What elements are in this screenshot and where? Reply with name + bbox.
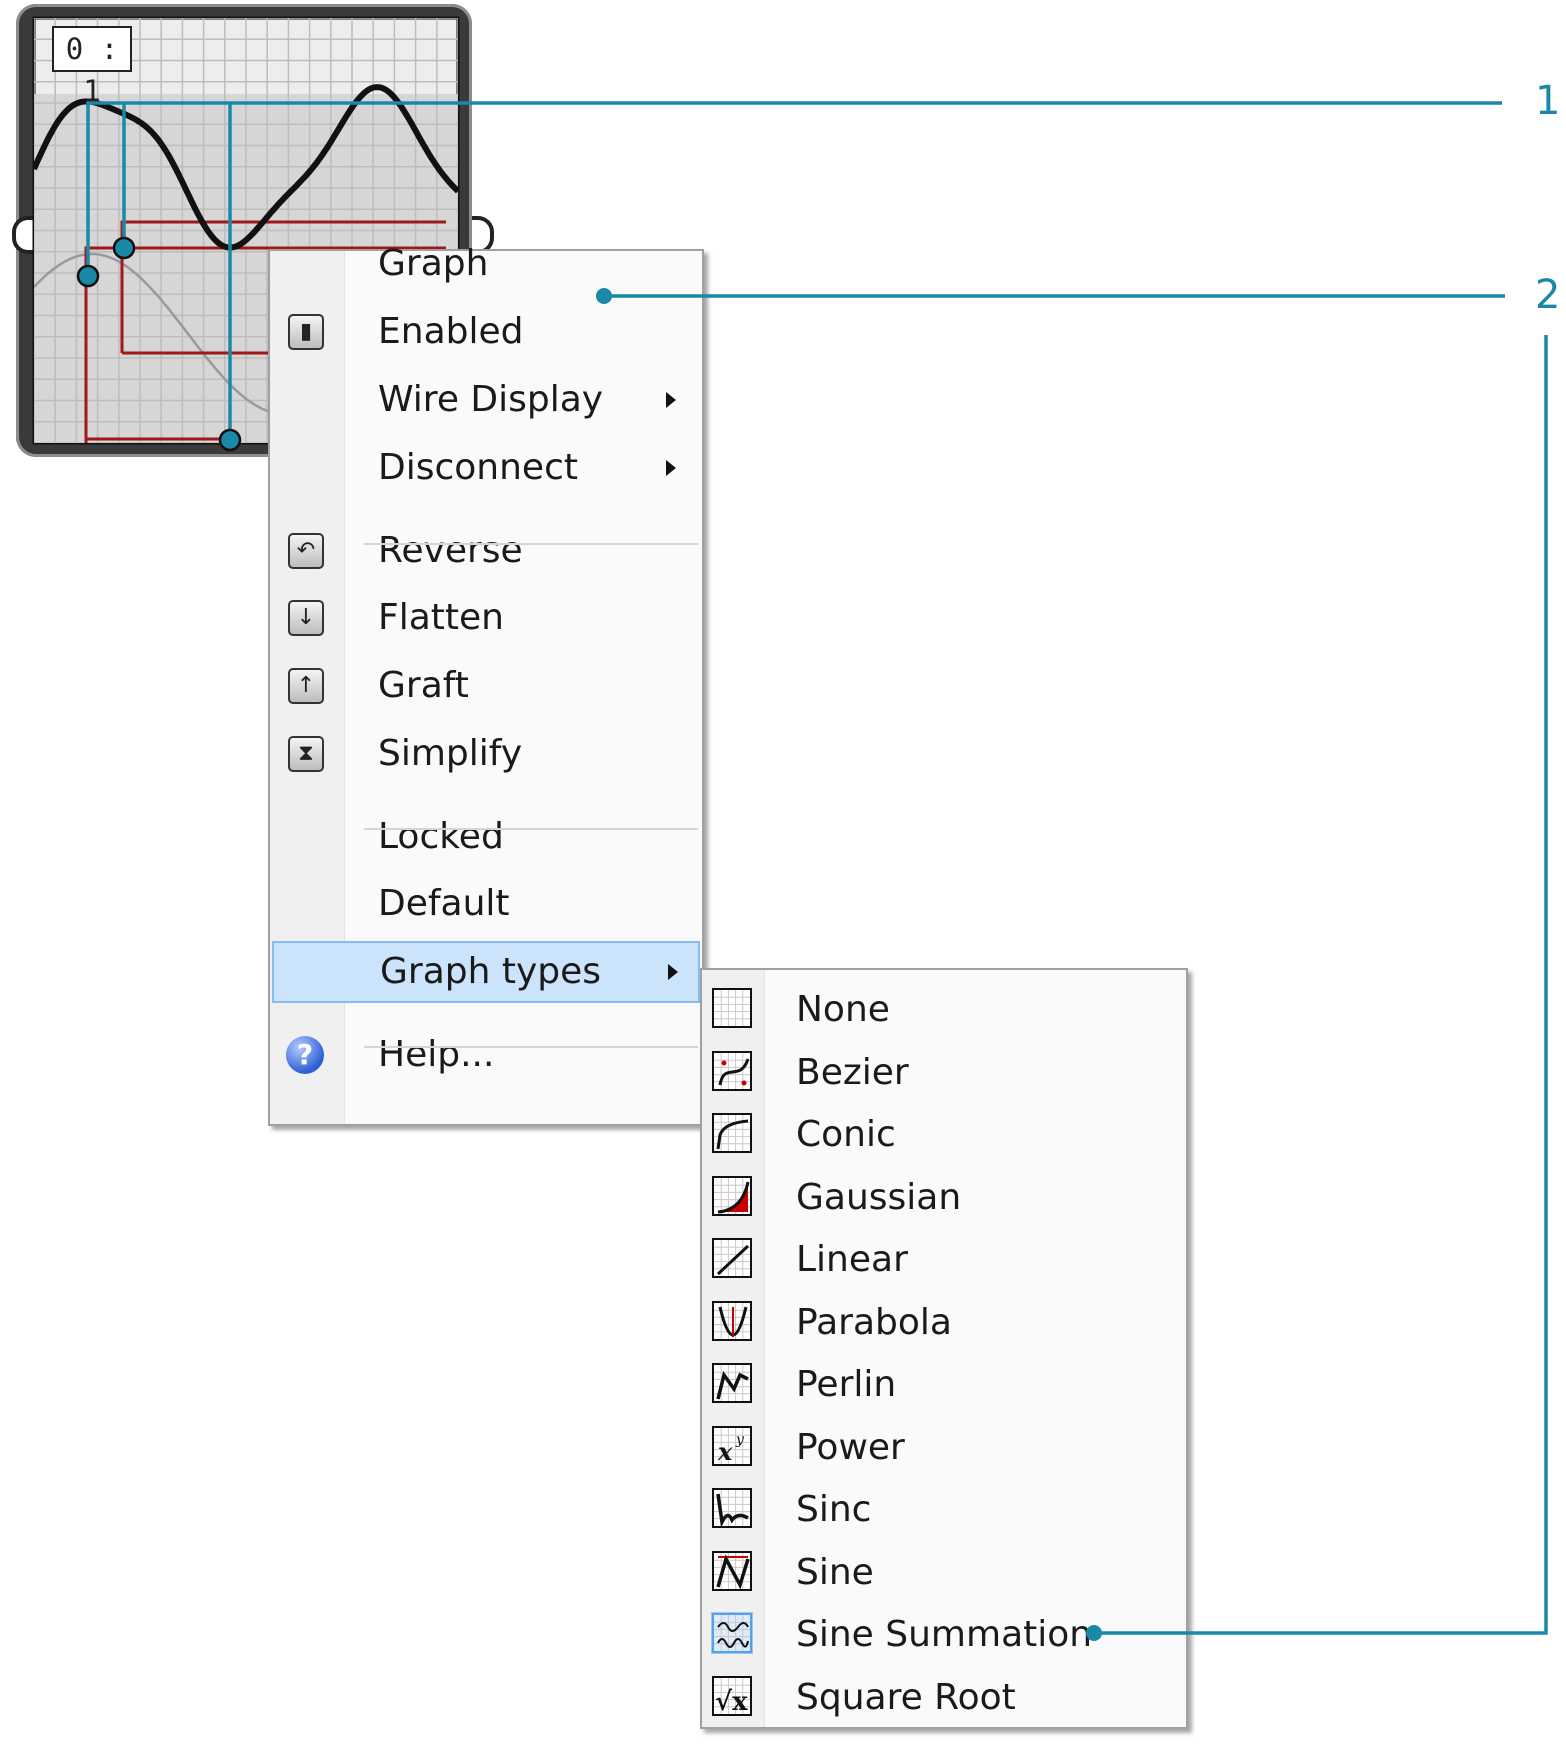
conic-graph-icon — [712, 1113, 752, 1153]
graph-type-item-sine-summation[interactable]: Sine Summation — [704, 1604, 1184, 1666]
menu-item-label: Graph — [378, 243, 489, 284]
linear-graph-icon — [712, 1238, 752, 1278]
menu-item-label: Flatten — [378, 597, 504, 638]
graph-type-item-square-root[interactable]: √x Square Root — [704, 1667, 1184, 1729]
flatten-icon: ↓ — [288, 600, 324, 636]
menu-item-label: Help... — [378, 1034, 495, 1075]
menu-item-default[interactable]: Default — [272, 873, 700, 935]
simplify-icon: ⧗ — [288, 736, 324, 772]
square-root-graph-icon: √x — [712, 1675, 752, 1717]
graph-type-item-parabola[interactable]: Parabola — [704, 1292, 1184, 1354]
menu-item-enabled[interactable]: ▮ Enabled — [272, 301, 700, 363]
graph-type-item-linear[interactable]: Linear — [704, 1229, 1184, 1291]
graph-type-label: None — [796, 989, 890, 1030]
menu-item-simplify[interactable]: ⧗ Simplify — [272, 723, 700, 785]
menu-separator — [364, 1046, 698, 1048]
callout-number-2: 2 — [1535, 272, 1561, 318]
power-graph-icon: xy — [712, 1425, 752, 1466]
svg-text:√x: √x — [715, 1687, 748, 1714]
graph-type-label: Perlin — [796, 1364, 897, 1405]
graph-type-label: Bezier — [796, 1051, 909, 1093]
menu-item-label: Simplify — [378, 733, 523, 774]
submenu-arrow-icon — [666, 460, 676, 476]
sinc-graph-icon — [712, 1488, 752, 1528]
help-icon: ? — [286, 1036, 324, 1074]
graph-type-item-bezier[interactable]: Bezier — [704, 1042, 1184, 1104]
menu-item-label: Enabled — [378, 311, 524, 352]
reverse-icon: ↶ — [288, 533, 324, 569]
bezier-graph-icon — [712, 1050, 752, 1091]
menu-item-wire-display[interactable]: Wire Display — [272, 369, 700, 431]
submenu-arrow-icon — [668, 964, 678, 980]
menu-item-locked[interactable]: Locked — [272, 806, 700, 868]
graph-type-item-sinc[interactable]: Sinc — [704, 1479, 1184, 1541]
graph-type-label: Gaussian — [796, 1176, 962, 1218]
menu-separator — [364, 828, 698, 830]
menu-item-disconnect[interactable]: Disconnect — [272, 437, 700, 499]
menu-item-graph-types[interactable]: Graph types — [272, 941, 700, 1003]
perlin-graph-icon — [712, 1363, 752, 1403]
graph-type-item-power[interactable]: x y Power — [704, 1417, 1184, 1479]
svg-text:y: y — [735, 1432, 745, 1448]
graph-type-item-sine[interactable]: Sine — [704, 1542, 1184, 1604]
menu-separator — [364, 543, 698, 545]
graph-type-label: Sine — [796, 1551, 874, 1593]
menu-item-label: Default — [378, 883, 510, 924]
graph-type-label: Parabola — [796, 1301, 952, 1343]
graph-type-label: Linear — [796, 1239, 908, 1280]
menu-item-label: Graph types — [380, 951, 602, 992]
menu-item-graft[interactable]: ↑ Graft — [272, 655, 700, 717]
domain-ratio-label: 0 : 1 — [52, 26, 132, 108]
gaussian-graph-icon — [712, 1175, 752, 1216]
menu-item-graph[interactable]: Graph — [272, 233, 700, 295]
graph-type-item-none[interactable]: None — [704, 979, 1184, 1041]
menu-item-label: Graft — [378, 665, 469, 706]
none-graph-icon — [712, 988, 752, 1028]
graft-icon: ↑ — [288, 668, 324, 704]
parabola-graph-icon — [712, 1300, 752, 1341]
menu-item-label: Wire Display — [378, 379, 604, 420]
graph-type-label: Power — [796, 1426, 905, 1468]
menu-item-flatten[interactable]: ↓ Flatten — [272, 587, 700, 649]
graph-type-label: Conic — [796, 1114, 896, 1155]
menu-item-label: Disconnect — [378, 447, 578, 488]
enabled-icon: ▮ — [288, 314, 324, 350]
graph-type-label: Square Root — [796, 1676, 1016, 1718]
menu-item-reverse[interactable]: ↶ Reverse — [272, 520, 700, 582]
svg-text:x: x — [717, 1437, 733, 1464]
context-menu: Graph ▮ Enabled Wire Display Disconnect ↶ Reve… — [268, 243, 704, 1126]
graph-type-item-conic[interactable]: Conic — [704, 1104, 1184, 1166]
menu-item-help[interactable]: ? Help... — [272, 1024, 700, 1086]
graph-type-item-perlin[interactable]: Perlin — [704, 1354, 1184, 1416]
graph-type-item-gaussian[interactable]: Gaussian — [704, 1167, 1184, 1229]
graph-type-label: Sinc — [796, 1489, 872, 1530]
menu-item-label: Reverse — [378, 530, 523, 571]
sine-graph-icon — [712, 1550, 752, 1591]
graph-types-submenu: None Bezier Conic Gaussian Linear Parabola Per… — [700, 968, 1188, 1729]
callout-number-1: 1 — [1535, 78, 1561, 124]
submenu-arrow-icon — [666, 392, 676, 408]
graph-type-label: Sine Summation — [796, 1614, 1093, 1655]
menu-item-label: Locked — [378, 816, 504, 857]
sine-summation-graph-icon — [712, 1613, 752, 1653]
